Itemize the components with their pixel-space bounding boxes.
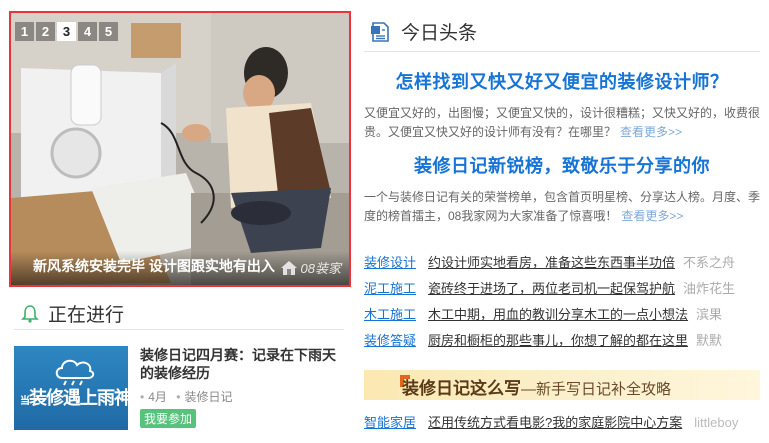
meta-dot: • — [140, 390, 145, 404]
slide-dot-4[interactable]: 4 — [78, 22, 97, 41]
more-link[interactable]: 查看更多>> — [620, 125, 682, 139]
event-meta: • 4月 • 装修日记 — [140, 388, 344, 405]
in-progress-header: 正在进行 — [14, 298, 344, 330]
slide-dot-2[interactable]: 2 — [36, 22, 55, 41]
list-item: 智能家居 还用传统方式看电影?我的家庭影院中心方案 littleboy — [364, 410, 760, 436]
slide-pager: 1 2 3 4 5 — [15, 22, 118, 41]
feature-title-link[interactable]: 怎样找到又快又好又便宜的装修设计师？ — [396, 72, 729, 92]
meta-dot: • — [176, 390, 181, 404]
banner-sub: —新手写日记补全攻略 — [521, 381, 672, 398]
thumbnail-prefix: 当 — [20, 395, 30, 407]
house-logo-icon — [280, 260, 297, 275]
banner-main: 装修日记这么写 — [402, 379, 521, 398]
headline-link[interactable]: 木工中期，用血的教训分享木工的一点小想法 — [428, 307, 688, 322]
join-button[interactable]: 我要参加 — [140, 409, 197, 428]
headlines-title: 今日头条 — [401, 23, 478, 44]
feature-story-1: 怎样找到又快又好又便宜的装修设计师？ 又便宜又好的，出图慢；又便宜又快的，设计很… — [364, 68, 760, 142]
watermark-text: 08装家 — [300, 261, 341, 276]
feature-story-2: 装修日记新锐榜，致敬乐于分享的你 一个与装修日记有关的荣誉榜单，包含首页明星榜、… — [364, 152, 760, 226]
event-month: 4月 — [148, 390, 167, 404]
headline-link[interactable]: 还用传统方式看电影?我的家庭影院中心方案 — [428, 415, 682, 430]
category-link[interactable]: 装修设计 — [364, 250, 416, 276]
category-link[interactable]: 智能家居 — [364, 410, 416, 436]
feature-title-link[interactable]: 装修日记新锐榜，致敬乐于分享的你 — [414, 156, 710, 176]
headline-link[interactable]: 厨房和橱柜的那些事儿，你想了解的都在这里 — [428, 333, 688, 348]
watermark: 08装家 — [280, 258, 341, 277]
banner-text: 装修日记这么写—新手写日记补全攻略 — [402, 374, 671, 399]
thumbnail-main: 装修遇上雨神 — [29, 388, 128, 408]
author-name: 不系之舟 — [683, 255, 736, 270]
slide-photo[interactable] — [11, 13, 349, 285]
photo-slideshow[interactable]: 1 2 3 4 5 新风系统安装完毕 设计图跟实地有出入 08装家 — [9, 11, 351, 287]
list-item: 泥工施工 瓷砖终于进场了，两位老司机一起保驾护航 油炸花生 — [364, 276, 760, 302]
feature-desc-text: 一个与装修日记有关的荣誉榜单，包含首页明星榜、分享达人榜。月度、季度的榜首擂主，… — [364, 190, 761, 223]
feature-description: 一个与装修日记有关的荣誉榜单，包含首页明星榜、分享达人榜。月度、季度的榜首擂主，… — [364, 188, 760, 226]
list-item: 木工施工 木工中期，用血的教训分享木工的一点小想法 滨果 — [364, 302, 760, 328]
headline-link[interactable]: 瓷砖终于进场了，两位老司机一起保驾护航 — [428, 281, 675, 296]
event-thumbnail[interactable]: 当装修遇上雨神 — [14, 346, 128, 430]
event-card: 当装修遇上雨神 装修日记四月赛：记录在下雨天的装修经历 • 4月 • 装修日记 我要… — [14, 346, 344, 430]
category-link[interactable]: 装修答疑 — [364, 328, 416, 354]
event-info: 装修日记四月赛：记录在下雨天的装修经历 • 4月 • 装修日记 我要参加 — [140, 346, 344, 428]
more-link[interactable]: 查看更多>> — [621, 209, 683, 223]
rain-cloud-icon — [55, 359, 95, 386]
author-name: 滨果 — [696, 307, 723, 322]
author-name: littleboy — [694, 415, 739, 430]
headline-list: 装修设计 约设计师实地看房，准备这些东西事半功倍 不系之舟 泥工施工 瓷砖终于进场了，… — [364, 250, 760, 354]
headlines-header: 今日头条 — [364, 12, 760, 52]
event-category[interactable]: 装修日记 — [184, 390, 232, 404]
author-name: 默默 — [696, 333, 723, 348]
feature-description: 又便宜又好的，出图慢；又便宜又快的，设计很糟糕；又快又好的，收费很贵。又便宜又快… — [364, 104, 760, 142]
promo-banner[interactable]: 装修日记这么写—新手写日记补全攻略 — [364, 370, 760, 400]
thumbnail-text: 当装修遇上雨神 — [20, 384, 128, 410]
slide-caption[interactable]: 新风系统安装完毕 设计图跟实地有出入 — [33, 256, 275, 276]
headline-link[interactable]: 约设计师实地看房，准备这些东西事半功倍 — [428, 255, 675, 270]
bell-icon — [21, 304, 39, 323]
slide-dot-3[interactable]: 3 — [57, 22, 76, 41]
category-link[interactable]: 泥工施工 — [364, 276, 416, 302]
feature-desc-text: 又便宜又好的，出图慢；又便宜又快的，设计很糟糕；又快又好的，收费很贵。又便宜又快… — [364, 106, 761, 139]
newspaper-icon — [371, 21, 389, 42]
slide-dot-5[interactable]: 5 — [99, 22, 118, 41]
event-title-link[interactable]: 装修日记四月赛：记录在下雨天的装修经历 — [140, 346, 344, 382]
list-item: 装修答疑 厨房和橱柜的那些事儿，你想了解的都在这里 默默 — [364, 328, 760, 354]
slide-dot-1[interactable]: 1 — [15, 22, 34, 41]
list-item: 装修设计 约设计师实地看房，准备这些东西事半功倍 不系之舟 — [364, 250, 760, 276]
author-name: 油炸花生 — [683, 281, 736, 296]
in-progress-title: 正在进行 — [48, 305, 125, 326]
category-link[interactable]: 木工施工 — [364, 302, 416, 328]
